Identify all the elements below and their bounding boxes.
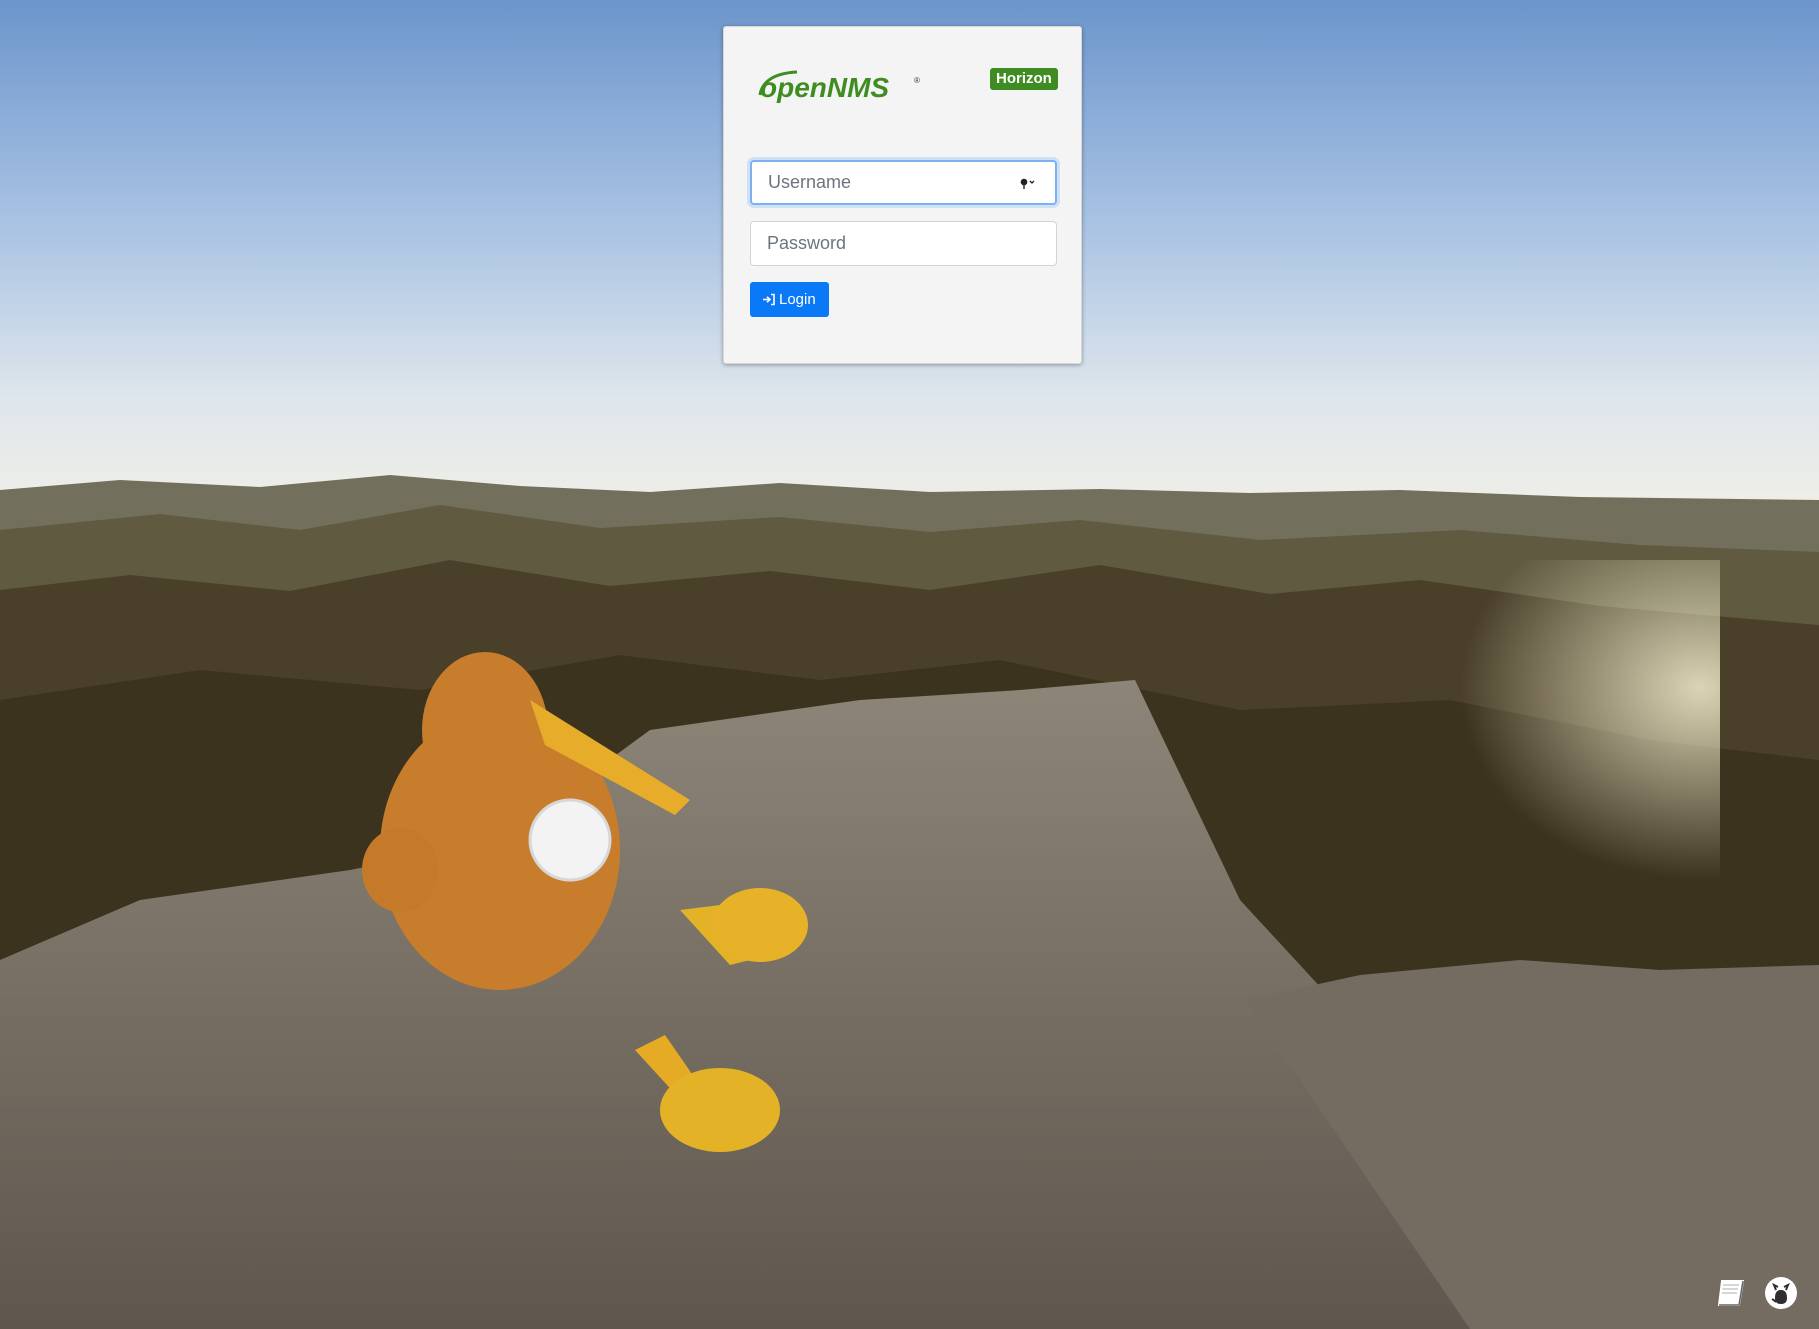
login-button[interactable]: Login <box>750 282 829 317</box>
key-icon[interactable] <box>1019 176 1039 190</box>
sign-in-icon <box>763 293 775 306</box>
horizon-badge: Horizon <box>990 68 1058 90</box>
username-input[interactable]: Username <box>750 160 1057 205</box>
password-input[interactable]: Password <box>750 221 1057 266</box>
opennms-logo: openNMS ® <box>758 70 920 103</box>
footer-links <box>1715 1275 1799 1311</box>
username-placeholder: Username <box>768 172 852 192</box>
password-placeholder: Password <box>767 233 847 253</box>
book-icon[interactable] <box>1715 1275 1751 1311</box>
github-icon[interactable] <box>1763 1275 1799 1311</box>
login-button-label: Login <box>779 291 816 308</box>
svg-text:®: ® <box>914 76 920 85</box>
svg-text:openNMS: openNMS <box>760 72 889 103</box>
login-page: openNMS ® Horizon Username Password Logi… <box>0 0 1819 1329</box>
login-card: openNMS ® Horizon Username Password Logi… <box>723 26 1082 364</box>
